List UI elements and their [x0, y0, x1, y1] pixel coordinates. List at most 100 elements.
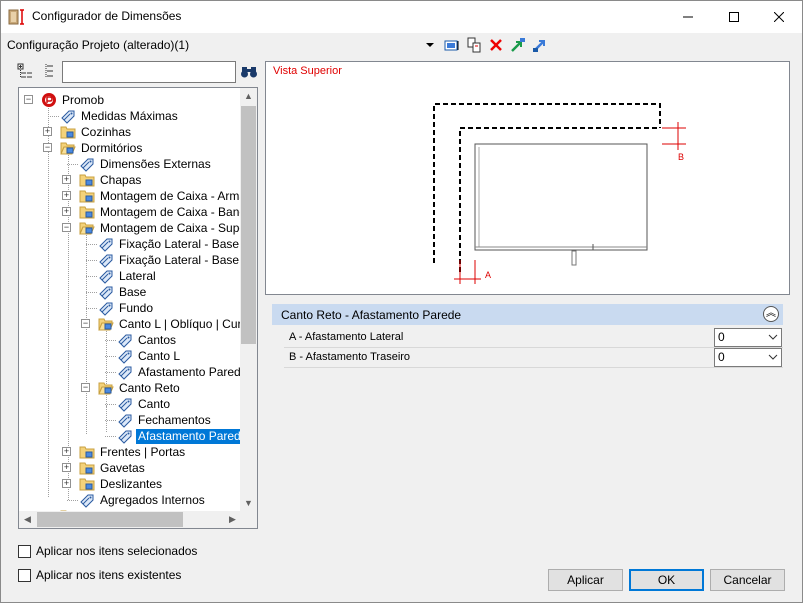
- dimension-app-icon: [8, 9, 24, 25]
- tree-node[interactable]: Lateral: [98, 268, 158, 284]
- tree-node-label: Frentes | Portas: [100, 444, 186, 459]
- collapse-node-icon[interactable]: −: [81, 319, 90, 328]
- tree-node[interactable]: Dormitórios: [60, 140, 144, 156]
- expand-node-icon[interactable]: +: [43, 127, 52, 136]
- dropdown-icon: [426, 43, 434, 47]
- tree-node[interactable]: Dimensões Externas: [79, 156, 213, 172]
- expand-node-icon[interactable]: +: [62, 191, 71, 200]
- tree-node[interactable]: Canto L: [117, 348, 182, 364]
- property-group-title: Canto Reto - Afastamento Parede: [281, 307, 462, 322]
- import-config-button[interactable]: [507, 35, 529, 55]
- tag-icon: [117, 348, 133, 364]
- find-button[interactable]: [239, 62, 259, 82]
- collapse-node-icon[interactable]: −: [24, 95, 33, 104]
- folder-icon: [79, 444, 95, 460]
- tree-node[interactable]: Agregados Internos: [79, 492, 207, 508]
- tree-node[interactable]: Fundo: [98, 300, 155, 316]
- minimize-icon: [683, 16, 693, 18]
- expand-node-icon[interactable]: +: [62, 207, 71, 216]
- collapse-group-button[interactable]: ︽: [763, 306, 779, 322]
- minimize-button[interactable]: [665, 1, 711, 33]
- tree-node[interactable]: Deslizantes: [79, 476, 164, 492]
- folder-icon: [79, 476, 95, 492]
- tree-node[interactable]: Promob: [41, 92, 106, 108]
- export-config-button[interactable]: [529, 35, 551, 55]
- tree-node[interactable]: Canto L | Oblíquo | Curvo: [98, 316, 241, 332]
- tree-horizontal-scrollbar[interactable]: ◀ ▶: [19, 511, 241, 528]
- tree-node[interactable]: Chapas: [79, 172, 143, 188]
- tree-node[interactable]: Base: [98, 284, 148, 300]
- property-group-header[interactable]: Canto Reto - Afastamento Parede ︽: [272, 304, 783, 325]
- config-dropdown-button[interactable]: [419, 35, 441, 55]
- tree-vertical-scrollbar[interactable]: ▲ ▼: [240, 88, 257, 512]
- collapse-tree-button[interactable]: [39, 61, 59, 81]
- chevron-down-icon[interactable]: [768, 331, 778, 343]
- tree-node[interactable]: Afastamento Parede: [117, 364, 241, 380]
- close-button[interactable]: [756, 1, 802, 33]
- double-chevron-up-icon: ︽: [766, 308, 776, 319]
- copy-icon: [467, 37, 481, 53]
- collapse-node-icon[interactable]: −: [43, 143, 52, 152]
- search-input[interactable]: [62, 61, 236, 83]
- collapse-node-icon[interactable]: −: [62, 223, 71, 232]
- maximize-button[interactable]: [711, 1, 757, 33]
- expand-node-icon[interactable]: +: [62, 463, 71, 472]
- close-icon: [774, 12, 784, 22]
- checkbox-box[interactable]: [18, 544, 31, 558]
- tree-node-label: Canto: [138, 396, 171, 411]
- apply-button[interactable]: Aplicar: [548, 569, 623, 591]
- chevron-down-icon[interactable]: [768, 351, 778, 363]
- scroll-right-icon[interactable]: ▶: [224, 511, 241, 528]
- promob-logo-icon: [41, 92, 57, 108]
- tree-node[interactable]: Montagem de Caixa - Bancad: [79, 204, 241, 220]
- expand-tree-button[interactable]: [15, 61, 35, 81]
- cancel-button[interactable]: Cancelar: [710, 569, 785, 591]
- tree-node[interactable]: Canto: [117, 396, 172, 412]
- tree-node[interactable]: Fechamentos: [117, 412, 213, 428]
- tree-node[interactable]: Frentes | Portas: [79, 444, 187, 460]
- apply-config-button[interactable]: [441, 35, 463, 55]
- property-value-dropdown[interactable]: 0: [714, 328, 782, 347]
- tree-node[interactable]: Cozinhas: [60, 124, 133, 140]
- ok-button[interactable]: OK: [629, 569, 704, 591]
- apply-existing-checkbox[interactable]: Aplicar nos itens existentes: [18, 568, 181, 582]
- collapse-node-icon[interactable]: −: [81, 383, 90, 392]
- tree-node[interactable]: Montagem de Caixa - Armário: [79, 188, 241, 204]
- folder-open-icon: [79, 220, 95, 236]
- checkbox-box[interactable]: [18, 568, 31, 582]
- property-value-dropdown[interactable]: 0: [714, 348, 782, 367]
- property-row-lateral[interactable]: A - Afastamento Lateral 0: [284, 327, 783, 348]
- expand-node-icon[interactable]: +: [62, 479, 71, 488]
- tree-node-label: Fixação Lateral - Base Inf: [119, 236, 241, 251]
- copy-config-button[interactable]: [463, 35, 485, 55]
- tree-node[interactable]: Fixação Lateral - Base Inf: [98, 236, 241, 252]
- tree-node[interactable]: Montagem de Caixa - Superio: [79, 220, 241, 236]
- config-tree[interactable]: − Promob Medidas Máximas + Cozinhas − Dormitór…: [18, 87, 258, 529]
- tree-node-label: Fechamentos: [138, 412, 211, 427]
- delete-icon: [490, 39, 502, 51]
- tree-node-label: Canto L | Oblíquo | Curvo: [119, 316, 241, 331]
- property-name: A - Afastamento Lateral: [289, 331, 404, 343]
- scroll-down-icon[interactable]: ▼: [240, 495, 257, 512]
- tree-node[interactable]: Fixação Lateral - Base Su: [98, 252, 241, 268]
- tree-node[interactable]: Medidas Máximas: [60, 108, 180, 124]
- top-view-drawing: A B: [433, 103, 686, 284]
- tree-node-label: Dimensões Externas: [100, 156, 211, 171]
- scroll-left-icon[interactable]: ◀: [19, 511, 36, 528]
- scroll-up-icon[interactable]: ▲: [240, 88, 257, 105]
- expand-node-icon[interactable]: +: [62, 175, 71, 184]
- tree-node[interactable]: Gavetas: [79, 460, 147, 476]
- tree-node[interactable]: Canto Reto: [98, 380, 182, 396]
- tree-node-label: Canto L: [138, 348, 181, 363]
- checkbox-label: Aplicar nos itens existentes: [36, 568, 182, 582]
- tree-node[interactable]: Afastamento Parede: [117, 428, 241, 444]
- apply-selected-checkbox[interactable]: Aplicar nos itens selecionados: [18, 544, 197, 558]
- dimension-b-label: B: [678, 152, 684, 162]
- vertical-scroll-thumb[interactable]: [241, 106, 256, 344]
- tree-node[interactable]: Cantos: [117, 332, 178, 348]
- horizontal-scroll-thumb[interactable]: [37, 512, 183, 527]
- property-row-traseiro[interactable]: B - Afastamento Traseiro 0: [284, 347, 783, 368]
- expand-node-icon[interactable]: +: [62, 447, 71, 456]
- tree-node-label: Lateral: [119, 268, 156, 283]
- delete-config-button[interactable]: [485, 35, 507, 55]
